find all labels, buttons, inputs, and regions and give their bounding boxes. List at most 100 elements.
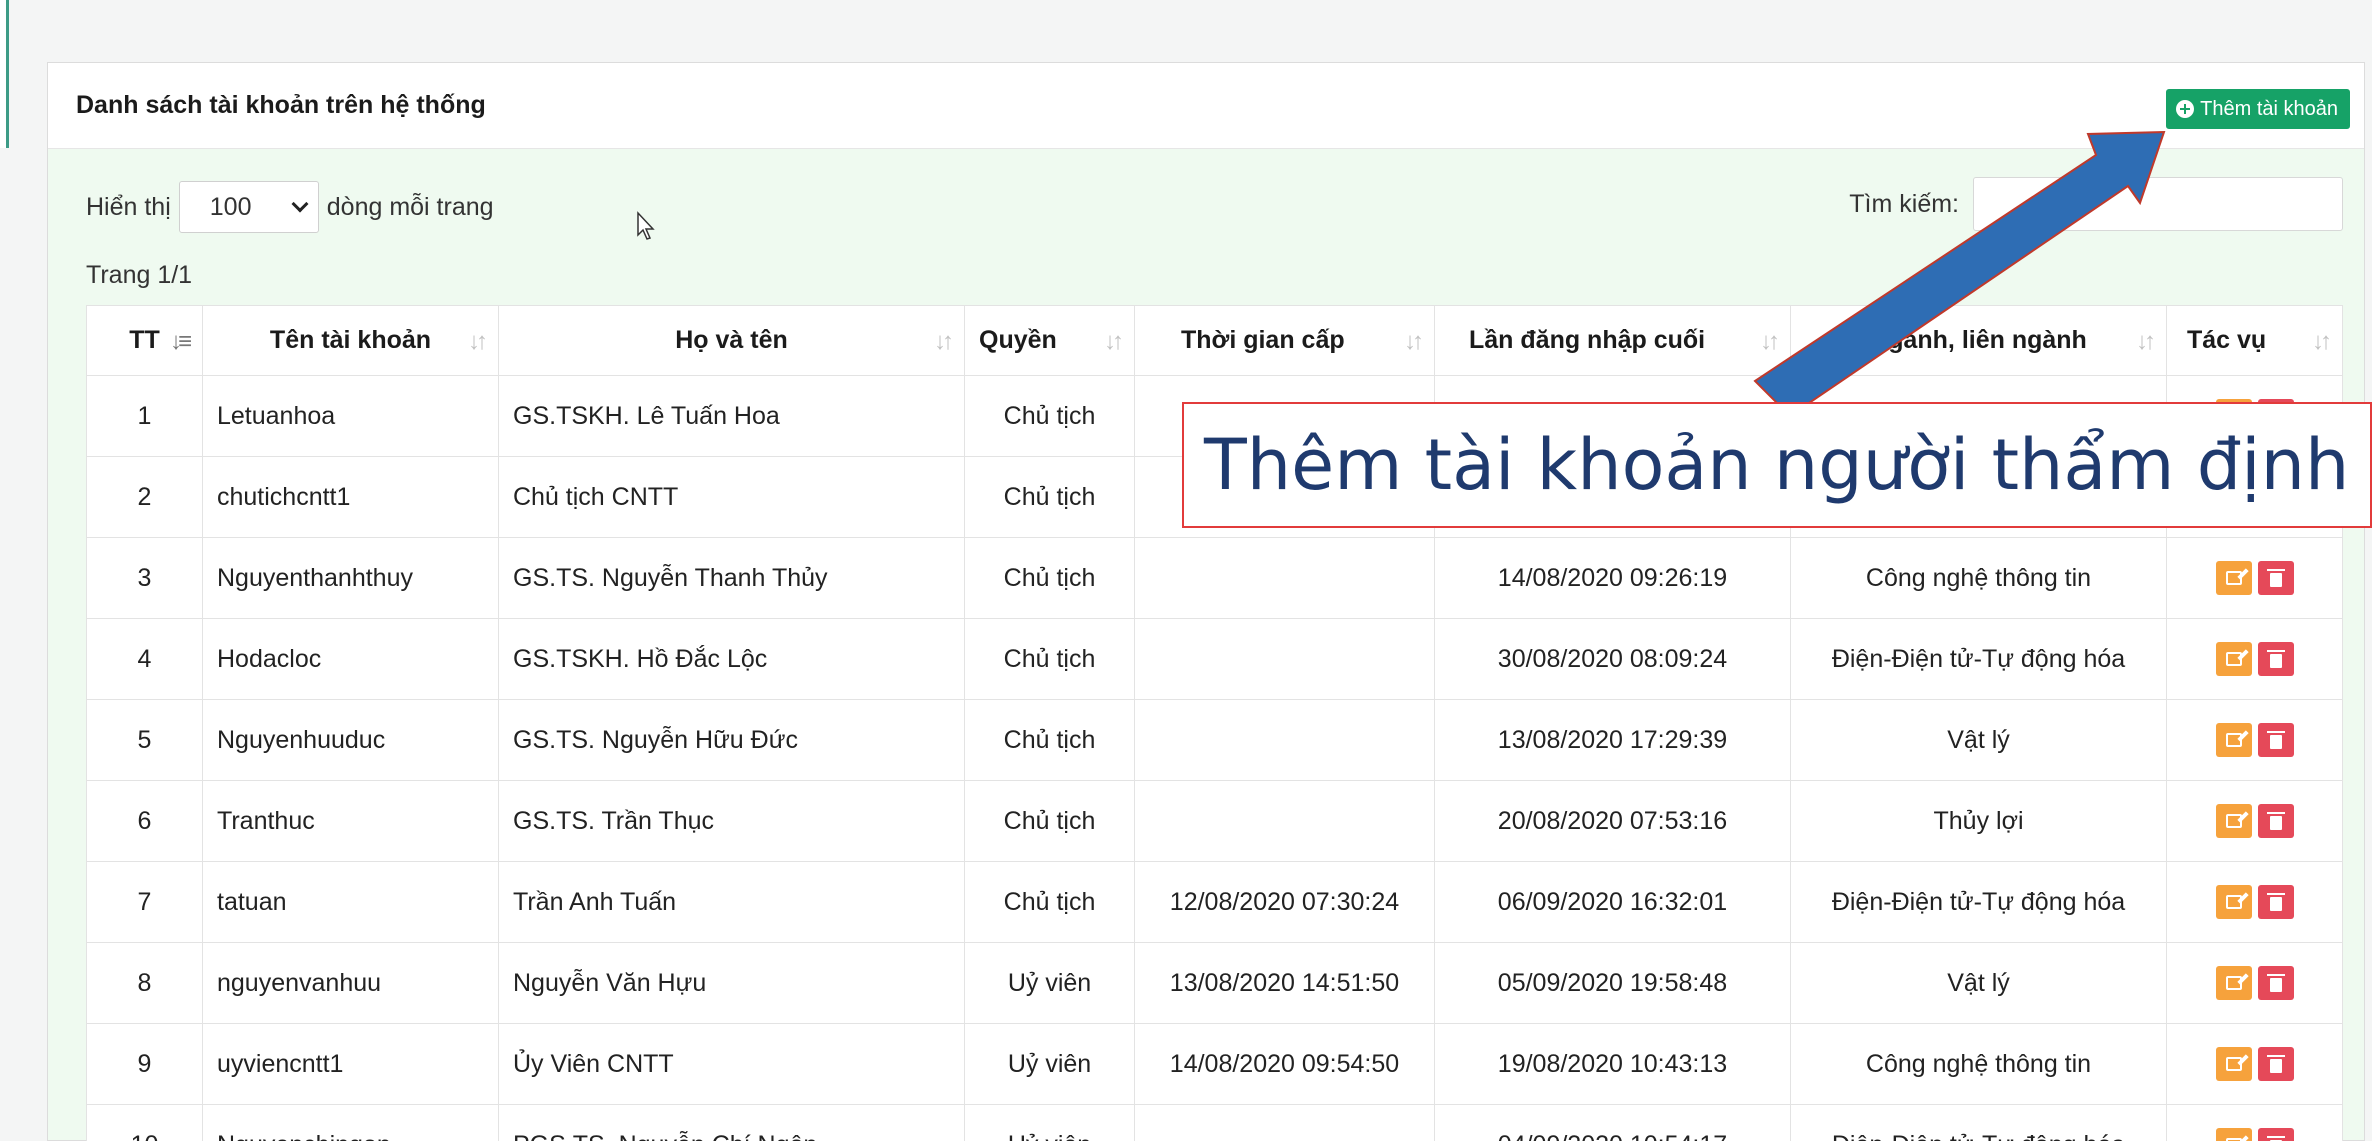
edit-button[interactable] [2215, 561, 2252, 595]
edit-button[interactable] [2215, 1128, 2252, 1141]
show-label: Hiển thị [86, 192, 171, 221]
trash-icon [2266, 811, 2285, 830]
table-cell: PGS.TS. Nguyễn Chí Ngôn [498, 1104, 965, 1141]
col-header-last-login[interactable]: Lần đăng nhập cuối ↓↑ [1434, 305, 1791, 376]
col-header-field[interactable]: Ngành, liên ngành ↓↑ [1790, 305, 2167, 376]
table-cell: 20/08/2020 07:53:16 [1434, 780, 1791, 862]
table-cell: 19/08/2020 10:43:13 [1434, 1023, 1791, 1105]
edit-button[interactable] [2215, 966, 2252, 1000]
table-cell [1134, 537, 1435, 619]
table-cell: Uỷ viên [964, 1023, 1135, 1105]
table-cell: 5 [86, 699, 203, 781]
table-cell: 7 [86, 861, 203, 943]
sidebar-edge [0, 0, 9, 148]
panel-header: Danh sách tài khoản trên hệ thống Thêm t… [48, 63, 2364, 149]
table-cell: Trần Anh Tuấn [498, 861, 965, 943]
col-header-actions[interactable]: Tác vụ ↓↑ [2166, 305, 2343, 376]
table-cell: 1 [86, 375, 203, 457]
table-cell: 10 [86, 1104, 203, 1141]
sort-icon: ↓↑ [1404, 328, 1424, 355]
edit-button[interactable] [2215, 885, 2252, 919]
sort-asc-icon: ↓≡ [169, 328, 192, 355]
table-header-row: TT ↓≡ Tên tài khoản ↓↑ Họ và tên ↓↑ Quyền ↓↑… [86, 305, 2343, 376]
table-cell: Vật lý [1790, 942, 2167, 1024]
table-cell: 4 [86, 618, 203, 700]
table-cell: Chủ tịch [964, 618, 1135, 700]
table-cell: Công nghệ thông tin [1790, 537, 2167, 619]
add-account-label: Thêm tài khoản [2200, 97, 2338, 120]
table-cell: Nguyễn Văn Hựu [498, 942, 965, 1024]
edit-button[interactable] [2215, 804, 2252, 838]
edit-icon [2225, 895, 2242, 909]
col-header-tt[interactable]: TT ↓≡ [86, 305, 203, 376]
table-cell: Nguyenchingon [202, 1104, 499, 1141]
edit-icon [2225, 733, 2242, 747]
row-actions [2166, 618, 2343, 700]
delete-button[interactable] [2257, 561, 2294, 595]
table-cell: GS.TS. Nguyễn Hữu Đức [498, 699, 965, 781]
delete-button[interactable] [2257, 885, 2294, 919]
table-cell: 13/08/2020 17:29:39 [1434, 699, 1791, 781]
delete-button[interactable] [2257, 966, 2294, 1000]
table-cell: Điện-Điện tử-Tự động hóa [1790, 861, 2167, 943]
table-cell: tatuan [202, 861, 499, 943]
edit-button[interactable] [2215, 1047, 2252, 1081]
table-row: 7 tatuan Trần Anh Tuấn Chủ tịch 12/08/2020 0… [86, 861, 2343, 943]
table-cell: Chủ tịch [964, 456, 1135, 538]
table-cell [1134, 780, 1435, 862]
table-cell: Ủy Viên CNTT [498, 1023, 965, 1105]
edit-button[interactable] [2215, 642, 2252, 676]
table-row: 4 Hodacloc GS.TSKH. Hồ Đắc Lộc Chủ tịch 30/0… [86, 618, 2343, 700]
table-cell: 9 [86, 1023, 203, 1105]
table-cell: Chủ tịch [964, 780, 1135, 862]
table-cell: GS.TS. Trần Thục [498, 780, 965, 862]
sort-icon: ↓↑ [2312, 328, 2332, 355]
trash-icon [2266, 892, 2285, 911]
trash-icon [2266, 730, 2285, 749]
table-cell: Uỷ viên [964, 1104, 1135, 1141]
search-control: Tìm kiếm: [1849, 177, 2343, 231]
table-cell: 12/08/2020 07:30:24 [1134, 861, 1435, 943]
table-row: 9 uyviencntt1 Ủy Viên CNTT Uỷ viên 14/08/202… [86, 1023, 2343, 1105]
delete-button[interactable] [2257, 723, 2294, 757]
edit-icon [2225, 652, 2242, 666]
table-cell: Chủ tịch CNTT [498, 456, 965, 538]
table-cell: uyviencntt1 [202, 1023, 499, 1105]
table-cell: 05/09/2020 19:58:48 [1434, 942, 1791, 1024]
mouse-cursor-icon [637, 211, 655, 240]
table-cell: GS.TS. Nguyễn Thanh Thủy [498, 537, 965, 619]
add-account-button[interactable]: Thêm tài khoản [2166, 89, 2350, 129]
sort-icon: ↓↑ [1104, 328, 1124, 355]
table-cell [1134, 618, 1435, 700]
table-cell: Chủ tịch [964, 699, 1135, 781]
row-actions [2166, 1023, 2343, 1105]
table-cell: Nguyenhuuduc [202, 699, 499, 781]
accounts-panel: Danh sách tài khoản trên hệ thống Thêm t… [47, 62, 2365, 1141]
col-header-username[interactable]: Tên tài khoản ↓↑ [202, 305, 499, 376]
row-actions [2166, 942, 2343, 1024]
table-cell: Thủy lợi [1790, 780, 2167, 862]
row-actions [2166, 780, 2343, 862]
delete-button[interactable] [2257, 1047, 2294, 1081]
search-label: Tìm kiếm: [1849, 189, 1959, 218]
delete-button[interactable] [2257, 642, 2294, 676]
sort-icon: ↓↑ [1760, 328, 1780, 355]
table-cell: GS.TSKH. Lê Tuấn Hoa [498, 375, 965, 457]
delete-button[interactable] [2257, 1128, 2294, 1141]
table-cell [1134, 1104, 1435, 1141]
edit-button[interactable] [2215, 723, 2252, 757]
table-cell: 6 [86, 780, 203, 862]
page-size-select[interactable]: 100 [178, 181, 319, 233]
row-actions [2166, 861, 2343, 943]
col-header-granted[interactable]: Thời gian cấp ↓↑ [1134, 305, 1435, 376]
table-cell: Chủ tịch [964, 861, 1135, 943]
table-cell: 3 [86, 537, 203, 619]
edit-icon [2225, 814, 2242, 828]
search-input[interactable] [1973, 177, 2343, 231]
edit-icon [2225, 1057, 2242, 1071]
table-cell: 14/08/2020 09:26:19 [1434, 537, 1791, 619]
col-header-fullname[interactable]: Họ và tên ↓↑ [498, 305, 965, 376]
table-cell: Nguyenthanhthuy [202, 537, 499, 619]
delete-button[interactable] [2257, 804, 2294, 838]
col-header-role[interactable]: Quyền ↓↑ [964, 305, 1135, 376]
